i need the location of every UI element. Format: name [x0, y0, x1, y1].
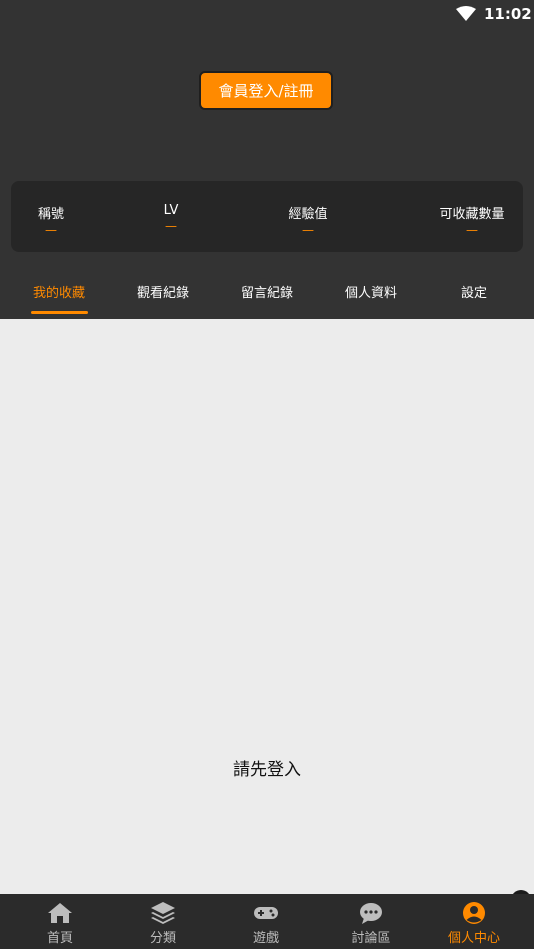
stat-favorites-quota: 可收藏數量 —: [429, 203, 515, 236]
nav-label: 討論區: [351, 931, 391, 946]
nav-profile-center[interactable]: 個人中心: [421, 894, 527, 949]
tab-personal-info[interactable]: 個人資料: [326, 282, 416, 301]
stat-label: 可收藏數量: [439, 207, 505, 222]
tab-comment-history[interactable]: 留言紀錄: [222, 282, 312, 301]
stat-label: LV: [163, 203, 179, 218]
stat-value: —: [165, 219, 177, 233]
active-tab-indicator: [31, 311, 88, 314]
login-register-button[interactable]: 會員登入/註冊: [199, 71, 333, 110]
tab-my-favorites[interactable]: 我的收藏: [14, 282, 104, 301]
tab-settings[interactable]: 設定: [429, 282, 519, 301]
stat-label: 稱號: [37, 207, 64, 222]
nav-label: 首頁: [46, 931, 73, 946]
stat-title: 稱號 —: [21, 203, 81, 236]
wifi-icon: [456, 6, 476, 21]
nav-games[interactable]: 遊戲: [213, 894, 319, 949]
stats-panel: 稱號 — LV — 經驗值 — 可收藏數量 —: [11, 181, 523, 252]
nav-forum[interactable]: 討論區: [318, 894, 424, 949]
login-required-message: 請先登入: [233, 760, 301, 780]
status-bar: 11:02: [0, 0, 534, 28]
tab-watch-history[interactable]: 觀看紀錄: [118, 282, 208, 301]
layers-icon: [151, 902, 175, 924]
nav-home[interactable]: 首頁: [7, 894, 113, 949]
nav-categories[interactable]: 分類: [110, 894, 216, 949]
clock: 11:02: [484, 5, 532, 23]
bottom-navigation: 首頁 分類 遊戲 討論區 個人中心: [0, 894, 534, 949]
home-icon: [48, 903, 72, 923]
user-circle-icon: [463, 902, 485, 924]
nav-label: 遊戲: [252, 931, 279, 946]
nav-label: 個人中心: [447, 931, 500, 946]
nav-label: 分類: [149, 931, 176, 946]
stat-experience: 經驗值 —: [273, 203, 343, 236]
gamepad-icon: [254, 907, 278, 919]
chat-icon: [360, 903, 382, 924]
stat-value: —: [45, 223, 57, 237]
stat-value: —: [302, 223, 314, 237]
stat-value: —: [466, 223, 478, 237]
stat-level: LV —: [141, 203, 201, 232]
stat-label: 經驗值: [288, 207, 328, 222]
profile-header: 11:02 會員登入/註冊 稱號 — LV — 經驗值 — 可收藏數量 — 我的…: [0, 0, 534, 319]
